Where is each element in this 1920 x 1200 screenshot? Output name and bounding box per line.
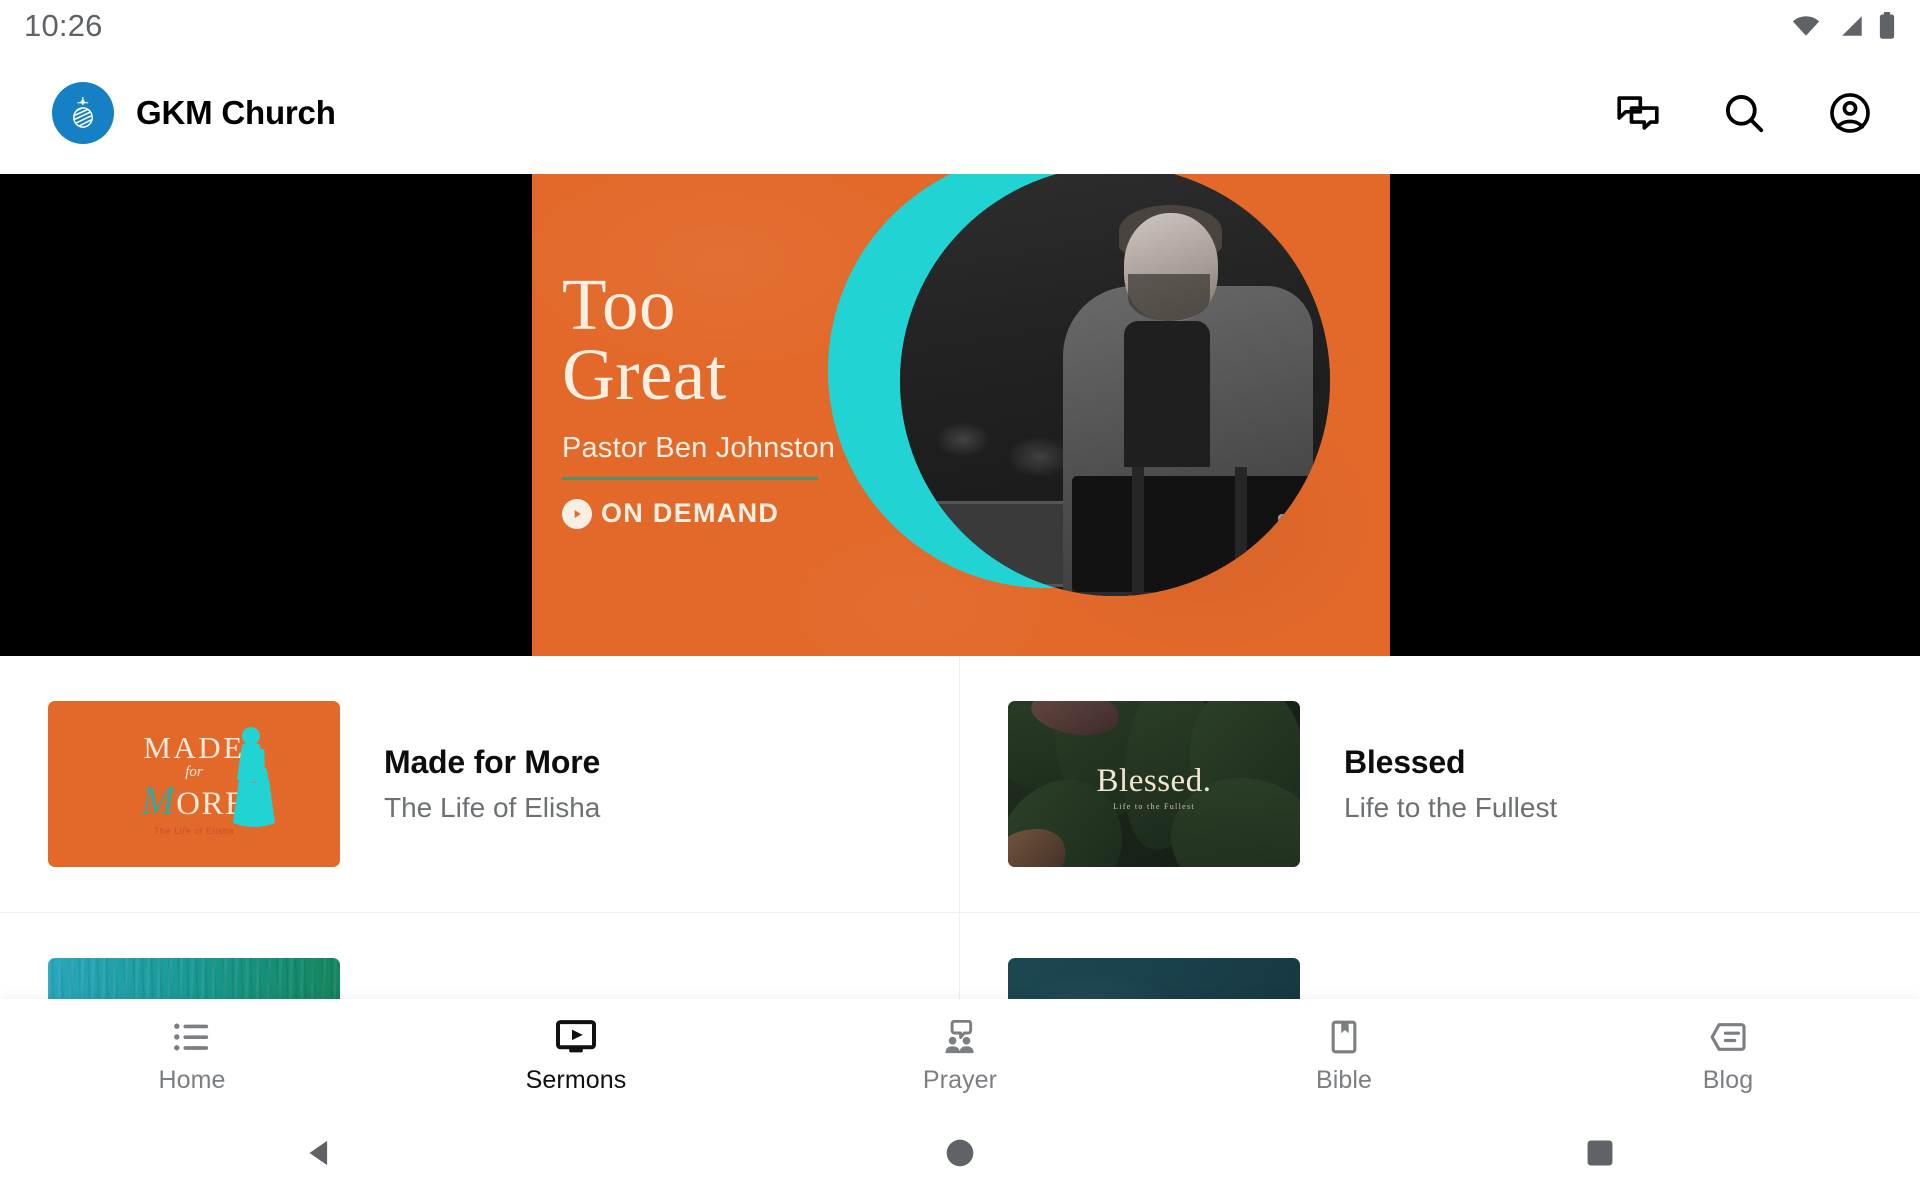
series-card[interactable]: Blessed. Life to the Fullest Blessed Lif…: [960, 656, 1919, 912]
mfm-artwork-text: MADE for MORE The Life of Elisha: [48, 732, 340, 836]
mfm-figure-silhouette: [233, 727, 275, 827]
hero-on-demand-badge: ON DEMAND: [562, 498, 882, 529]
thumbnail-blessed: Blessed. Life to the Fullest: [1008, 701, 1300, 867]
people-speech-icon: [941, 1016, 979, 1058]
hero-copy: Too Great Pastor Ben Johnston ON DEMAND: [562, 264, 882, 529]
mfm-script-m: M: [141, 778, 177, 823]
article-icon: [1709, 1016, 1747, 1058]
app-screen: 10:26 GKM Church Too Great Pastor Ben Jo…: [0, 0, 1920, 1200]
photo-podium: [1072, 475, 1313, 596]
series-grid: MADE for MORE The Life of Elisha Made fo…: [0, 656, 1920, 1124]
series-subtitle: The Life of Elisha: [384, 792, 601, 823]
photo-podium-leg: [1132, 467, 1145, 596]
nav-item-bible[interactable]: Bible: [1152, 999, 1536, 1111]
book-bookmark-icon: [1327, 1016, 1361, 1058]
status-time: 10:26: [24, 8, 103, 43]
hero-video-banner[interactable]: Too Great Pastor Ben Johnston ON DEMAND: [0, 174, 1920, 656]
gkm-globe-logo-icon: [52, 82, 114, 144]
nav-label-home: Home: [158, 1065, 226, 1094]
photo-pastor-shirt: [1123, 320, 1210, 467]
nav-item-prayer[interactable]: Prayer: [768, 999, 1152, 1111]
app-title: GKM Church: [136, 94, 336, 131]
photo-podium-leg: [1235, 467, 1248, 596]
series-subtitle: Life to the Fullest: [1344, 792, 1558, 823]
series-title: Blessed: [1344, 744, 1466, 780]
battery-icon: [1878, 12, 1896, 40]
bottom-navigation-bar: Home Sermons Prayer Bible Blog: [0, 999, 1920, 1111]
series-card-text: Made for More The Life of Elisha: [384, 744, 600, 824]
hero-artwork: Too Great Pastor Ben Johnston ON DEMAND: [532, 174, 1390, 656]
nav-label-blog: Blog: [1702, 1065, 1754, 1094]
hero-speaker-name: Pastor Ben Johnston: [562, 432, 836, 465]
tv-play-icon: [556, 1016, 596, 1058]
circle-home-icon: [943, 1136, 977, 1175]
brand[interactable]: GKM Church: [52, 82, 336, 144]
cellular-signal-icon: [1836, 15, 1863, 37]
hero-on-demand-label: ON DEMAND: [601, 498, 780, 529]
nav-item-blog[interactable]: Blog: [1536, 999, 1920, 1111]
nav-label-sermons: Sermons: [525, 1065, 627, 1094]
blessed-artwork-text: Blessed. Life to the Fullest: [1097, 763, 1212, 811]
nav-label-prayer: Prayer: [922, 1065, 998, 1094]
status-bar: 10:26: [0, 0, 1920, 52]
nav-item-sermons[interactable]: Sermons: [384, 999, 768, 1111]
home-button[interactable]: [640, 1136, 1280, 1175]
android-system-navigation: [0, 1111, 1920, 1200]
blessed-tagline: Life to the Fullest: [1113, 802, 1195, 812]
nav-label-bible: Bible: [1315, 1065, 1373, 1094]
mfm-for-text: for: [185, 764, 203, 780]
series-card[interactable]: MADE for MORE The Life of Elisha Made fo…: [0, 656, 959, 912]
status-bar-icons: [1791, 12, 1896, 40]
mfm-made-text: MADE: [143, 730, 245, 765]
triangle-back-icon: [303, 1136, 337, 1175]
photo-pastor-beard: [1127, 273, 1210, 321]
list-icon: [173, 1016, 211, 1058]
hero-divider-rule: [562, 477, 818, 481]
thumbnail-made-for-more: MADE for MORE The Life of Elisha: [48, 701, 340, 867]
back-button[interactable]: [0, 1136, 640, 1175]
app-bar: GKM Church: [0, 52, 1920, 174]
play-circle-icon: [562, 498, 592, 529]
series-title: Made for More: [384, 744, 601, 780]
wifi-icon: [1791, 15, 1821, 37]
series-card-text: Blessed Life to the Fullest: [1344, 744, 1557, 824]
square-recents-icon: [1583, 1136, 1617, 1175]
hero-title-line-1: Too: [562, 264, 676, 345]
app-bar-actions: [1610, 85, 1878, 141]
recents-button[interactable]: [1280, 1136, 1920, 1175]
nav-item-home[interactable]: Home: [0, 999, 384, 1111]
photo-water-bottle: [1277, 514, 1300, 596]
mfm-more-text: MORE: [48, 781, 340, 821]
search-icon[interactable]: [1716, 85, 1772, 141]
hero-speaker-photo: [900, 174, 1330, 596]
messages-icon[interactable]: [1610, 85, 1666, 141]
mfm-tagline: The Life of Elisha: [153, 826, 235, 836]
blessed-wordmark: Blessed.: [1096, 763, 1212, 800]
account-icon[interactable]: [1822, 85, 1878, 141]
hero-title-line-2: Great: [562, 334, 727, 416]
